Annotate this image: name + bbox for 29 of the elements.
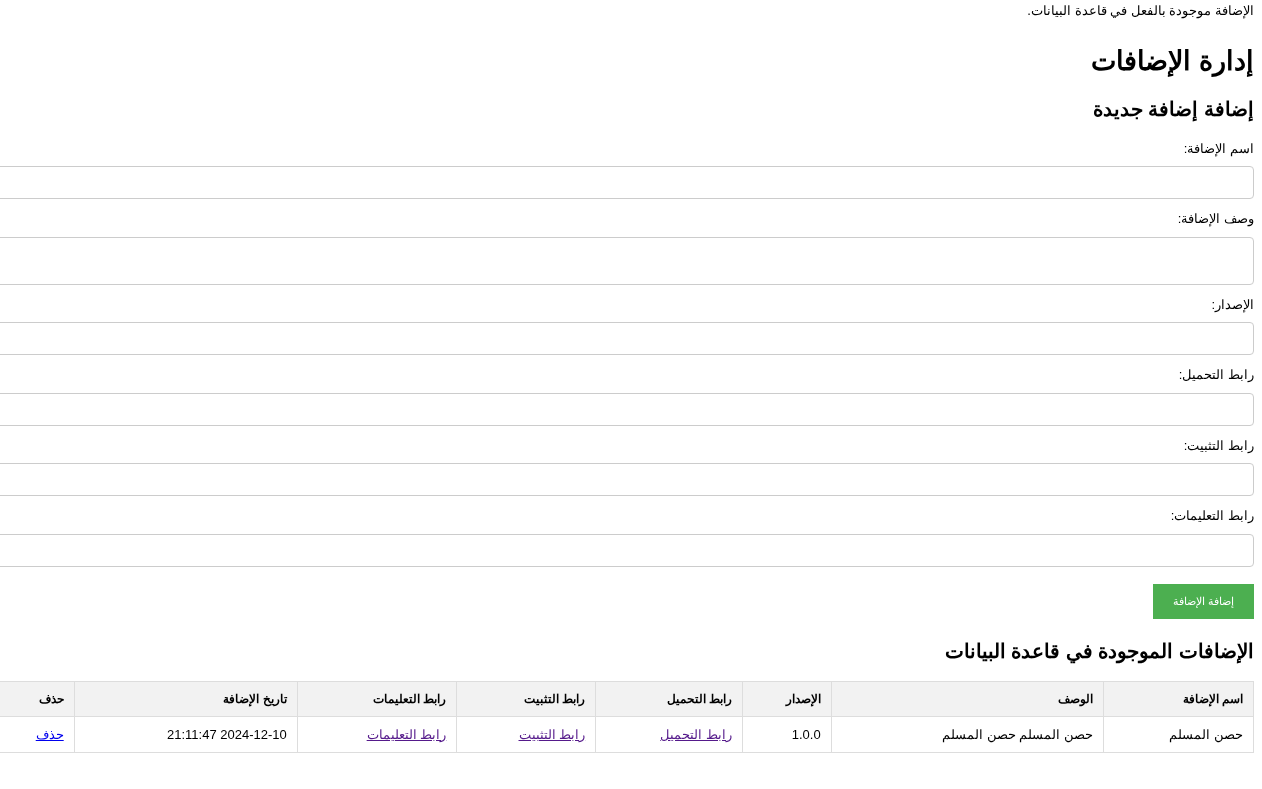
column-header: اسم الإضافة	[1103, 681, 1254, 717]
column-header: رابط التحميل	[595, 681, 743, 717]
section-heading: الإضافات الموجودة في قاعدة البيانات	[943, 638, 1254, 663]
input-field[interactable]	[0, 392, 1254, 426]
column-header: رابط التثبيت	[456, 681, 596, 717]
field-label: الإصدار:	[1210, 295, 1254, 315]
column-header: الوصف	[831, 681, 1104, 717]
table-cell: حصن المسلم حصن المسلم	[831, 716, 1104, 753]
table-cell: 1.0.0	[742, 716, 832, 753]
field-label: اسم الإضافة:	[1182, 139, 1254, 159]
field-label: رابط التعليمات:	[1169, 507, 1254, 526]
column-header: رابط التعليمات	[297, 681, 457, 717]
table-cell: حصن المسلم	[1103, 716, 1254, 753]
page-title: إدارة الإضافات	[1090, 44, 1254, 77]
table-cell: 2024-12-10 21:11:47	[74, 716, 298, 753]
field-label: رابط التثبيت:	[1182, 436, 1254, 455]
field-label: رابط التحميل:	[1177, 366, 1254, 385]
input-field[interactable]	[0, 533, 1254, 567]
column-header: الإصدار	[742, 681, 832, 717]
status-message: الإضافة موجودة بالفعل في قاعدة البيانات.	[1026, 2, 1254, 21]
table-link[interactable]: حذف	[35, 726, 64, 742]
column-header: حذف	[0, 681, 75, 717]
input-field[interactable]	[0, 322, 1254, 356]
column-header: تاريخ الإضافة	[74, 681, 298, 717]
textarea-field[interactable]	[0, 236, 1254, 285]
input-field[interactable]	[0, 166, 1254, 200]
section-heading: إضافة إضافة جديدة	[1091, 96, 1254, 121]
field-label: وصف الإضافة:	[1176, 210, 1254, 229]
input-field[interactable]	[0, 463, 1254, 497]
